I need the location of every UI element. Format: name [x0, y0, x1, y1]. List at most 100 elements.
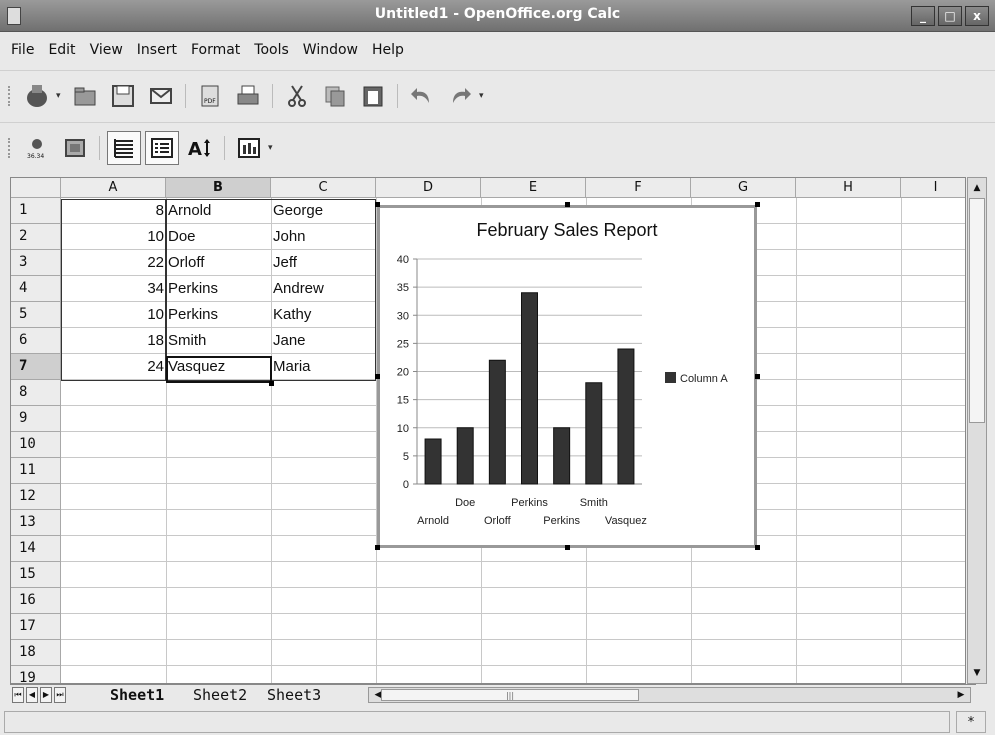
chart-wall-icon[interactable] [58, 131, 92, 165]
chart-handle-w[interactable] [375, 374, 380, 379]
row-header-5[interactable]: 5 [11, 302, 61, 328]
chart-x-tick-label: Smith [580, 497, 608, 509]
first-sheet-icon[interactable]: ⏮ [12, 687, 24, 703]
row-header-4[interactable]: 4 [11, 276, 61, 302]
chart-handle-s[interactable] [565, 545, 570, 550]
row-header-12[interactable]: 12 [11, 484, 61, 510]
chevron-down-icon[interactable]: ▾ [268, 143, 278, 153]
row-header-15[interactable]: 15 [11, 562, 61, 588]
toolbar-grip[interactable] [8, 85, 14, 106]
column-header-c[interactable]: C [271, 178, 376, 198]
data-labels-icon[interactable]: 36.34 [20, 131, 54, 165]
print-icon[interactable] [231, 79, 265, 113]
cut-icon[interactable] [280, 79, 314, 113]
row-header-11[interactable]: 11 [11, 458, 61, 484]
column-header-g[interactable]: G [691, 178, 796, 198]
legend-on-off-icon[interactable] [145, 130, 179, 165]
chart-bar [456, 427, 474, 485]
chart-handle-ne[interactable] [755, 202, 760, 207]
horizontal-scrollbar[interactable]: ◀ ||| ▶ [368, 687, 971, 703]
chart-handle-e[interactable] [755, 374, 760, 379]
chart-handle-sw[interactable] [375, 545, 380, 550]
column-header-d[interactable]: D [376, 178, 481, 198]
fill-handle[interactable] [269, 381, 274, 386]
chart-type-icon[interactable] [20, 79, 54, 113]
column-header-i[interactable]: I [901, 178, 965, 198]
chart-bar [488, 359, 506, 485]
row-header-7[interactable]: 7 [11, 354, 61, 380]
document-modified-indicator[interactable]: * [956, 711, 986, 733]
column-header-a[interactable]: A [61, 178, 166, 198]
row-header-16[interactable]: 16 [11, 588, 61, 614]
active-cell[interactable] [166, 356, 272, 383]
menu-file[interactable]: File [4, 42, 41, 58]
row-header-10[interactable]: 10 [11, 432, 61, 458]
window-title: Untitled1 - OpenOffice.org Calc [374, 6, 621, 22]
redo-icon[interactable] [443, 79, 477, 113]
row-header-9[interactable]: 9 [11, 406, 61, 432]
chart-object[interactable]: February Sales Report 0 5 10 15 20 25 30 35 40 Arn… [377, 205, 757, 548]
column-header-h[interactable]: H [796, 178, 901, 198]
chevron-down-icon[interactable]: ▾ [479, 91, 489, 101]
spreadsheet-grid[interactable]: ABCDEFGHI 1 2 3 4 5 6 7 8 9 10 11 12 13 14 15 16 17 18 19 … [10, 177, 966, 684]
menu-view[interactable]: View [83, 42, 130, 58]
row-header-18[interactable]: 18 [11, 640, 61, 666]
menu-bar: File Edit View Insert Format Tools Windo… [0, 33, 995, 67]
close-button[interactable]: x [965, 6, 989, 26]
chart-data-table-icon[interactable] [232, 131, 266, 165]
grid-line [61, 665, 965, 666]
next-sheet-icon[interactable]: ▶ [40, 687, 52, 703]
save-icon[interactable] [106, 79, 140, 113]
scroll-down-icon[interactable]: ▼ [969, 665, 985, 681]
pdf-icon[interactable]: PDF [193, 79, 227, 113]
toolbar-grip[interactable] [8, 137, 14, 158]
maximize-button[interactable]: □ [938, 6, 962, 26]
copy-icon[interactable] [318, 79, 352, 113]
tab-sheet2[interactable]: Sheet2 [193, 685, 247, 705]
scroll-up-icon[interactable]: ▲ [969, 180, 985, 196]
tab-sheet3[interactable]: Sheet3 [267, 685, 321, 705]
horizontal-grid-icon[interactable] [107, 130, 141, 165]
chart-y-tick-label: 30 [397, 310, 409, 322]
minimize-button[interactable]: _ [911, 6, 935, 26]
vertical-scroll-thumb[interactable] [969, 198, 985, 423]
scale-text-icon[interactable]: A [183, 131, 217, 165]
tab-sheet1[interactable]: Sheet1 [110, 685, 164, 705]
column-header-b[interactable]: B [166, 178, 271, 198]
row-header-14[interactable]: 14 [11, 536, 61, 562]
menu-window[interactable]: Window [296, 42, 365, 58]
row-header-6[interactable]: 6 [11, 328, 61, 354]
chart-handle-se[interactable] [755, 545, 760, 550]
menu-edit[interactable]: Edit [41, 42, 82, 58]
row-header-1[interactable]: 1 [11, 198, 61, 224]
select-all-corner[interactable] [11, 178, 61, 198]
row-header-2[interactable]: 2 [11, 224, 61, 250]
chart-handle-nw[interactable] [375, 202, 380, 207]
vertical-scrollbar[interactable]: ▲ ▼ [967, 177, 987, 684]
menu-tools[interactable]: Tools [247, 42, 296, 58]
chart-handle-n[interactable] [565, 202, 570, 207]
menu-insert[interactable]: Insert [130, 42, 184, 58]
chevron-down-icon[interactable]: ▾ [56, 91, 66, 101]
column-header-e[interactable]: E [481, 178, 586, 198]
open-icon[interactable] [68, 79, 102, 113]
email-icon[interactable] [144, 79, 178, 113]
prev-sheet-icon[interactable]: ◀ [26, 687, 38, 703]
paste-icon[interactable] [356, 79, 390, 113]
menu-format[interactable]: Format [184, 42, 247, 58]
horizontal-scroll-thumb[interactable]: ||| [381, 689, 639, 701]
title-bar: Untitled1 - OpenOffice.org Calc _ □ x [0, 0, 995, 32]
chart-x-tick-label: Perkins [543, 515, 580, 527]
scroll-right-icon[interactable]: ▶ [953, 687, 969, 703]
column-header-f[interactable]: F [586, 178, 691, 198]
row-header-8[interactable]: 8 [11, 380, 61, 406]
row-header-17[interactable]: 17 [11, 614, 61, 640]
chart-x-tick-label: Doe [455, 497, 475, 509]
grid-line [61, 561, 965, 562]
row-header-19[interactable]: 19 [11, 666, 61, 683]
undo-icon[interactable] [405, 79, 439, 113]
row-header-3[interactable]: 3 [11, 250, 61, 276]
row-header-13[interactable]: 13 [11, 510, 61, 536]
menu-help[interactable]: Help [365, 42, 411, 58]
last-sheet-icon[interactable]: ⏭ [54, 687, 66, 703]
